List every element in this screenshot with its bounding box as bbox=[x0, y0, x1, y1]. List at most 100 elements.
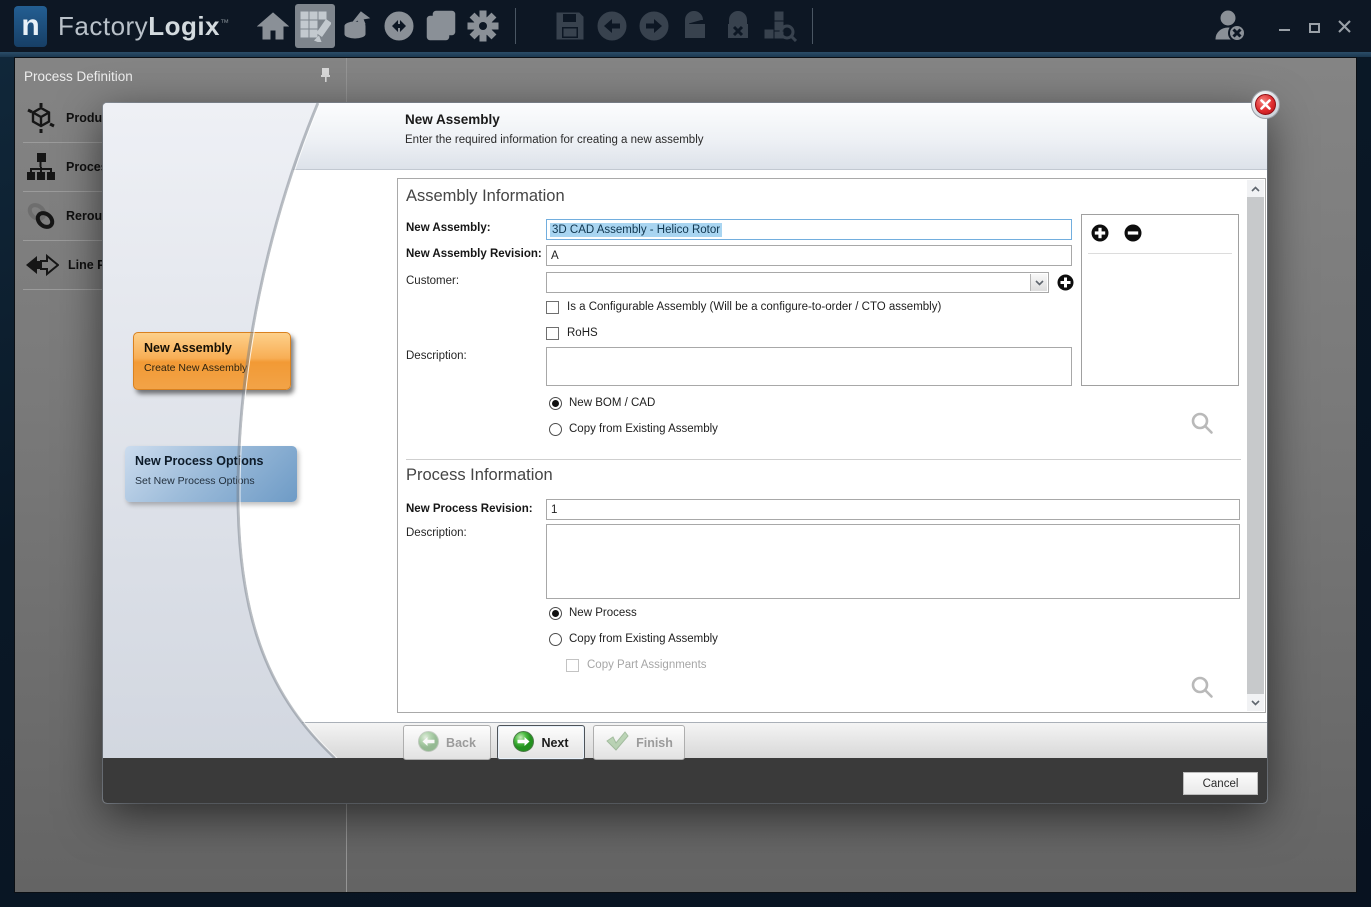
reroute-links-icon bbox=[27, 203, 55, 229]
rohs-label: RoHS bbox=[567, 327, 598, 339]
finish-button[interactable]: Finish bbox=[593, 725, 685, 760]
assembly-description-label: Description: bbox=[406, 350, 467, 362]
finish-button-label: Finish bbox=[636, 735, 673, 750]
new-process-revision-input[interactable] bbox=[546, 499, 1240, 520]
new-bom-cad-radio[interactable] bbox=[549, 397, 562, 410]
step-title: New Assembly bbox=[144, 341, 232, 355]
settings-gear-icon[interactable] bbox=[463, 4, 503, 48]
scroll-up-icon[interactable] bbox=[1247, 180, 1264, 197]
lock-discard-icon[interactable] bbox=[718, 4, 758, 48]
dialog-close-button[interactable] bbox=[1251, 90, 1280, 119]
back-arrow-icon bbox=[418, 730, 440, 755]
assembly-copy-existing-radio[interactable] bbox=[549, 423, 562, 436]
alternate-numbers-panel bbox=[1081, 214, 1239, 386]
add-item-button[interactable] bbox=[1091, 224, 1109, 242]
new-process-radio[interactable] bbox=[549, 607, 562, 620]
scroll-down-icon[interactable] bbox=[1247, 694, 1264, 711]
assembly-copy-existing-label: Copy from Existing Assembly bbox=[569, 423, 718, 435]
vertical-scrollbar[interactable] bbox=[1247, 180, 1264, 711]
app-title: FactoryLogix™ bbox=[58, 11, 230, 42]
material-logistics-icon[interactable] bbox=[337, 4, 377, 48]
close-window-button[interactable] bbox=[1337, 19, 1351, 33]
new-assembly-revision-label: New Assembly Revision: bbox=[406, 248, 542, 260]
new-assembly-label: New Assembly: bbox=[406, 222, 491, 234]
toolbar-separator bbox=[811, 8, 813, 44]
new-assembly-value: 3D CAD Assembly - Helico Rotor bbox=[550, 222, 723, 237]
minimize-button[interactable] bbox=[1277, 19, 1291, 33]
chevron-down-icon[interactable] bbox=[1030, 274, 1047, 291]
navigate-back-icon[interactable] bbox=[592, 4, 632, 48]
line-arrows-icon bbox=[26, 253, 59, 277]
navigate-forward-icon[interactable] bbox=[634, 4, 674, 48]
process-copy-existing-label: Copy from Existing Assembly bbox=[569, 633, 718, 645]
assembly-section-heading: Assembly Information bbox=[406, 187, 565, 205]
section-divider bbox=[406, 459, 1241, 460]
next-arrow-icon bbox=[513, 730, 535, 755]
process-description-label: Description: bbox=[406, 527, 467, 539]
product-cube-icon bbox=[27, 103, 55, 133]
wizard-step-new-assembly[interactable]: New Assembly Create New Assembly bbox=[133, 332, 291, 390]
wizard-step-new-process-options[interactable]: New Process Options Set New Process Opti… bbox=[125, 446, 297, 502]
maximize-button[interactable] bbox=[1307, 19, 1321, 33]
dialog-title: New Assembly bbox=[405, 112, 500, 127]
production-definition-icon[interactable] bbox=[294, 4, 335, 48]
unlock-icon[interactable] bbox=[676, 4, 716, 48]
brand-prefix: Factory bbox=[58, 10, 149, 41]
add-customer-button[interactable] bbox=[1057, 274, 1074, 291]
documents-icon[interactable] bbox=[421, 4, 461, 48]
app-logo: n bbox=[14, 5, 47, 47]
pin-icon[interactable] bbox=[319, 67, 332, 86]
configurable-assembly-label: Is a Configurable Assembly (Will be a co… bbox=[567, 301, 942, 313]
new-assembly-input[interactable]: 3D CAD Assembly - Helico Rotor bbox=[546, 219, 1072, 240]
step-subtitle: Create New Assembly bbox=[144, 362, 248, 374]
new-assembly-dialog: New Assembly Enter the required informat… bbox=[103, 90, 1280, 803]
assembly-description-textarea[interactable] bbox=[546, 347, 1072, 386]
finish-check-icon bbox=[605, 731, 629, 754]
sidebar-item-label: Rerout bbox=[66, 209, 107, 223]
close-icon bbox=[1255, 94, 1276, 115]
sidebar-item-label: Proces bbox=[66, 160, 108, 174]
back-button[interactable]: Back bbox=[403, 725, 491, 760]
cancel-button-label: Cancel bbox=[1202, 777, 1239, 790]
search-assembly-icon[interactable] bbox=[1190, 411, 1214, 438]
step-subtitle: Set New Process Options bbox=[135, 475, 255, 487]
customer-combobox[interactable] bbox=[546, 272, 1049, 293]
home-icon[interactable] bbox=[253, 4, 293, 48]
toolbar-icon-group-main bbox=[252, 4, 504, 48]
toolbar-icon-group-edit bbox=[549, 4, 801, 48]
save-icon[interactable] bbox=[550, 4, 590, 48]
process-tree-icon bbox=[27, 153, 55, 180]
new-assembly-revision-input[interactable] bbox=[546, 245, 1072, 266]
dialog-footer-band bbox=[103, 722, 1267, 758]
copy-part-assignments-label: Copy Part Assignments bbox=[587, 659, 707, 671]
step-title: New Process Options bbox=[135, 454, 264, 468]
cancel-button[interactable]: Cancel bbox=[1183, 772, 1258, 795]
sidebar-title: Process Definition bbox=[24, 68, 133, 84]
dialog-subtitle: Enter the required information for creat… bbox=[405, 134, 704, 146]
new-process-label: New Process bbox=[569, 607, 637, 619]
process-copy-existing-radio[interactable] bbox=[549, 633, 562, 646]
toolbar-separator bbox=[514, 8, 516, 44]
customer-label: Customer: bbox=[406, 275, 460, 287]
rohs-checkbox[interactable] bbox=[546, 327, 559, 340]
process-section-heading: Process Information bbox=[406, 466, 553, 484]
audit-search-icon[interactable] bbox=[760, 4, 800, 48]
process-description-textarea[interactable] bbox=[546, 524, 1240, 599]
next-button[interactable]: Next bbox=[497, 725, 585, 760]
user-logout-icon[interactable] bbox=[1210, 4, 1250, 48]
configurable-assembly-checkbox[interactable] bbox=[546, 301, 559, 314]
search-process-icon[interactable] bbox=[1190, 675, 1214, 702]
copy-part-assignments-checkbox bbox=[566, 659, 579, 672]
back-button-label: Back bbox=[446, 735, 476, 750]
brand-suffix: Logix bbox=[148, 10, 221, 41]
brand-trademark: ™ bbox=[220, 16, 230, 27]
panel-separator bbox=[1088, 253, 1232, 254]
app-toolbar: n FactoryLogix™ bbox=[0, 0, 1371, 52]
dialog-dark-bar bbox=[103, 758, 1267, 803]
new-bom-cad-label: New BOM / CAD bbox=[569, 397, 656, 409]
wizard-content: Assembly Information New Assembly: 3D CA… bbox=[397, 178, 1266, 713]
new-process-revision-label: New Process Revision: bbox=[406, 503, 533, 515]
remove-item-button[interactable] bbox=[1124, 224, 1142, 242]
next-button-label: Next bbox=[541, 735, 569, 750]
data-transfer-icon[interactable] bbox=[379, 4, 419, 48]
